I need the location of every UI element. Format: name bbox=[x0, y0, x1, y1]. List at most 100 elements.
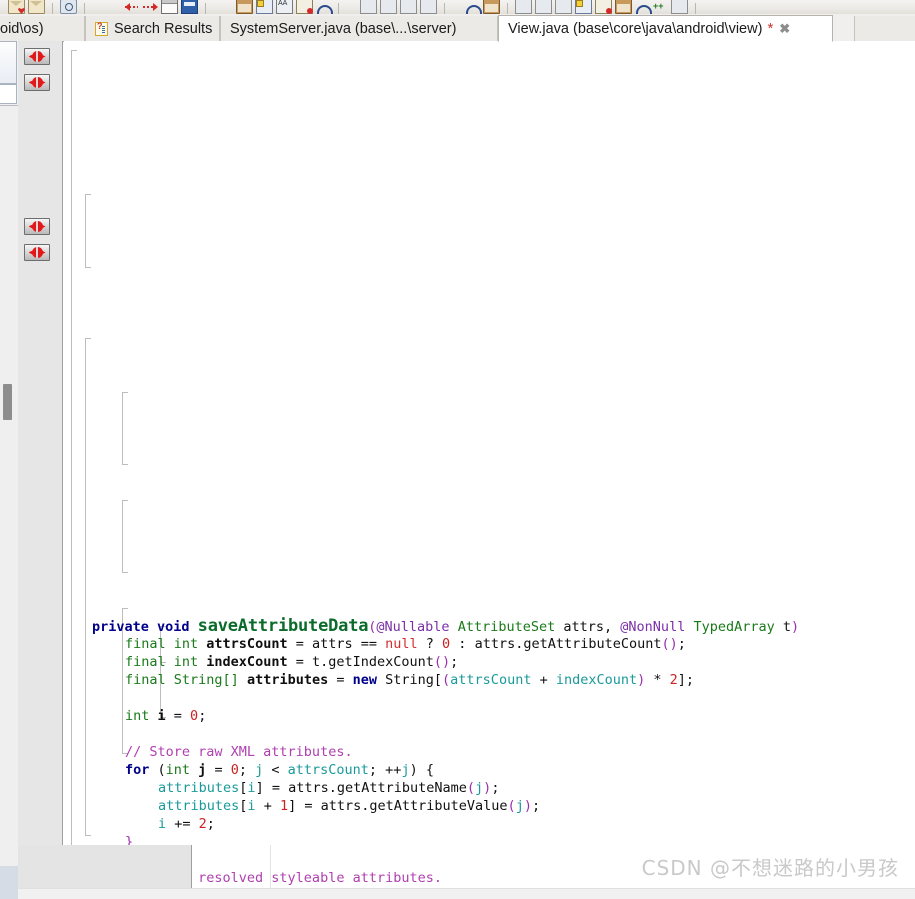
code-line[interactable]: int i = 0; bbox=[64, 707, 915, 725]
editor-tab-bar: oid\os) Search Results SystemServer.java… bbox=[0, 14, 915, 42]
code-token: private bbox=[92, 619, 158, 635]
code-line[interactable]: private void saveAttributeData(@Nullable… bbox=[64, 617, 915, 635]
code-token: ) bbox=[523, 798, 532, 814]
watermark: CSDN @不想迷路的小男孩 bbox=[641, 856, 899, 880]
toolbar-divider bbox=[84, 3, 85, 14]
left-panel-bottom[interactable] bbox=[0, 866, 18, 899]
window-icon[interactable] bbox=[161, 0, 178, 14]
code-token: final bbox=[125, 636, 174, 652]
code-token: ; bbox=[531, 798, 541, 814]
tab-close-icon[interactable]: ✖ bbox=[779, 21, 790, 37]
editor-gutter[interactable] bbox=[18, 41, 63, 899]
left-panel-field[interactable] bbox=[0, 84, 17, 104]
mail-icon[interactable] bbox=[8, 0, 25, 14]
code-token: ( bbox=[466, 780, 476, 796]
code-line[interactable]: final int attrsCount = attrs == null ? 0… bbox=[64, 635, 915, 653]
code-line[interactable] bbox=[64, 689, 915, 707]
code-token: 1 bbox=[279, 798, 289, 814]
fold-guide-tick bbox=[122, 608, 128, 609]
record-icon[interactable] bbox=[595, 0, 612, 14]
font-aa-icon[interactable] bbox=[276, 0, 293, 14]
panel-splitter-handle[interactable] bbox=[3, 384, 12, 420]
code-token: = bbox=[206, 762, 231, 778]
fold-guide-for1 bbox=[85, 194, 86, 267]
panel-icon[interactable] bbox=[515, 0, 532, 14]
highlight-icon[interactable] bbox=[256, 0, 273, 14]
left-panel-divider bbox=[0, 105, 18, 106]
arc-icon[interactable] bbox=[635, 1, 652, 14]
tab-view-java[interactable]: View.java (base\core\java\android\view) … bbox=[498, 15, 833, 42]
source-insight-window: oid\os) Search Results SystemServer.java… bbox=[0, 0, 915, 899]
code-token: new bbox=[352, 672, 386, 688]
bookmark-icon bbox=[28, 77, 46, 88]
record-icon[interactable] bbox=[296, 0, 313, 14]
code-token: 2 bbox=[669, 672, 678, 688]
highlight-icon[interactable] bbox=[575, 0, 592, 14]
code-token: ) { bbox=[409, 762, 434, 778]
tab-android-os[interactable]: oid\os) bbox=[0, 16, 85, 41]
fold-guide-tick bbox=[122, 572, 128, 573]
folder-icon[interactable] bbox=[28, 0, 45, 14]
code-token: int bbox=[125, 708, 158, 724]
code-token: + bbox=[255, 798, 280, 814]
bookmark-icon[interactable] bbox=[615, 0, 632, 14]
tab-systemserver-java[interactable]: SystemServer.java (base\...\server) bbox=[220, 16, 498, 41]
arc-icon[interactable] bbox=[316, 1, 333, 14]
panel-icon[interactable] bbox=[671, 0, 688, 14]
code-editor-surface[interactable]: private void saveAttributeData (@Nullable… bbox=[64, 41, 915, 899]
code-line[interactable]: // Store raw XML attributes. bbox=[64, 743, 915, 761]
bookmark-marker-3[interactable] bbox=[24, 218, 50, 235]
panel-icon[interactable] bbox=[420, 0, 437, 14]
code-token: j bbox=[515, 798, 524, 814]
code-token: for bbox=[125, 762, 150, 778]
panel-icon[interactable] bbox=[535, 0, 552, 14]
arc-icon[interactable] bbox=[465, 1, 482, 14]
fold-guide-tick bbox=[85, 267, 91, 268]
fold-guide-if1 bbox=[122, 392, 123, 464]
code-line[interactable]: i += 2; bbox=[64, 815, 915, 833]
left-panel-top[interactable] bbox=[0, 41, 17, 84]
bookmark-marker-1[interactable] bbox=[24, 48, 50, 65]
panel-icon[interactable] bbox=[555, 0, 572, 14]
bookmark-marker-4[interactable] bbox=[24, 244, 50, 261]
code-token: ; bbox=[206, 816, 215, 832]
code-token: @Nullable bbox=[376, 619, 458, 635]
code-token: i bbox=[157, 708, 166, 724]
code-token: == bbox=[352, 636, 386, 652]
book-blue-icon[interactable] bbox=[181, 0, 198, 14]
fold-guide-tick bbox=[122, 392, 128, 393]
jump-back-icon[interactable] bbox=[125, 1, 140, 14]
code-line[interactable] bbox=[64, 725, 915, 743]
code-token: ; bbox=[677, 636, 686, 652]
bookmark-icon[interactable] bbox=[236, 0, 253, 14]
code-line[interactable]: final int indexCount = t.getIndexCount()… bbox=[64, 653, 915, 671]
panel-icon[interactable] bbox=[400, 0, 417, 14]
tab-label: View.java (base\core\java\android\view) bbox=[508, 20, 763, 37]
magnifier-icon[interactable] bbox=[60, 0, 77, 14]
code-token: 0 bbox=[230, 762, 239, 778]
bottom-left-panel[interactable] bbox=[18, 845, 192, 889]
code-line[interactable]: attributes[i + 1] = attrs.getAttributeVa… bbox=[64, 797, 915, 815]
toolbar-divider bbox=[338, 3, 339, 14]
panel-icon[interactable] bbox=[360, 0, 377, 14]
panel-icon[interactable] bbox=[380, 0, 397, 14]
code-token: 0 bbox=[442, 636, 451, 652]
code-token: ; bbox=[491, 780, 500, 796]
code-token: TypedArray bbox=[693, 619, 775, 635]
tab-search-results[interactable]: Search Results bbox=[85, 16, 220, 41]
code-token: AttributeSet bbox=[457, 619, 556, 635]
code-token: j bbox=[475, 780, 484, 796]
code-token: ? bbox=[417, 636, 443, 652]
code-line[interactable]: for (int j = 0; j < attrsCount; ++j) { bbox=[64, 761, 915, 779]
code-token: int bbox=[165, 762, 199, 778]
bookmark-marker-2[interactable] bbox=[24, 74, 50, 91]
code-line[interactable]: attributes[i] = attrs.getAttributeName(j… bbox=[64, 779, 915, 797]
code-token: i bbox=[158, 816, 167, 832]
jump-forward-icon[interactable] bbox=[143, 1, 158, 14]
code-token: void bbox=[157, 619, 198, 635]
code-line[interactable]: final String[] attributes = new String[(… bbox=[64, 671, 915, 689]
code-token: String[ bbox=[385, 672, 443, 688]
code-token: attrsCount bbox=[287, 762, 369, 778]
increment-icon[interactable] bbox=[653, 1, 668, 14]
bookmark-icon[interactable] bbox=[483, 0, 500, 14]
